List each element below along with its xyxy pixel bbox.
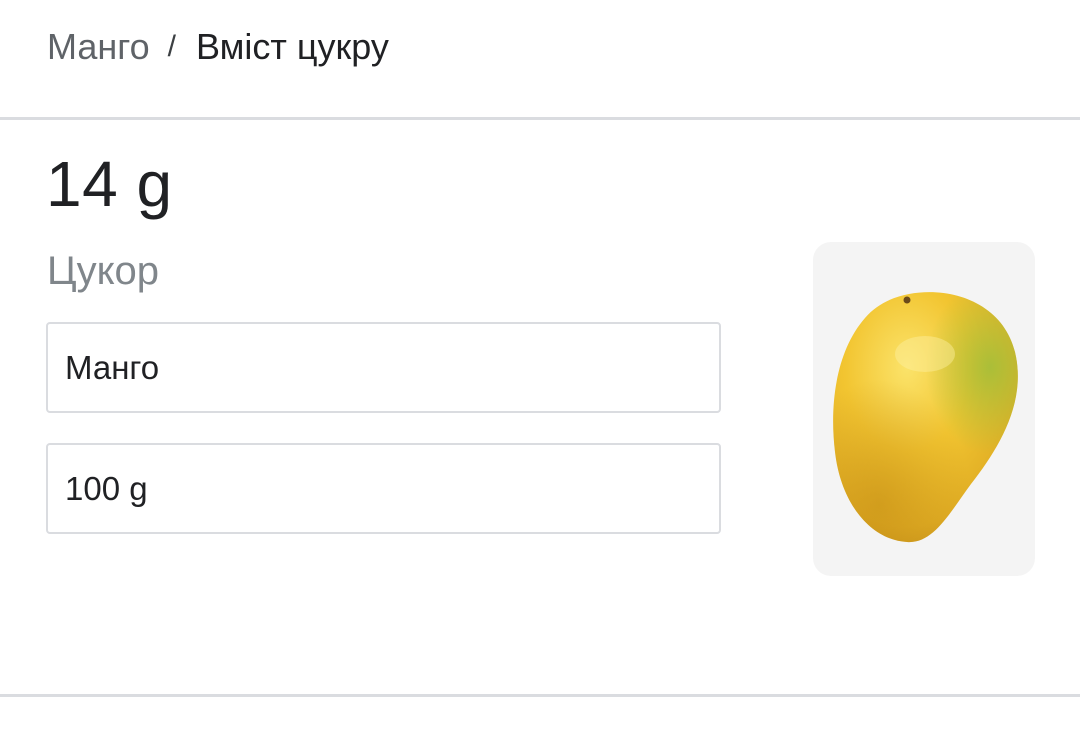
food-image-card bbox=[813, 242, 1035, 576]
food-select-field[interactable]: Манго bbox=[46, 322, 721, 413]
mango-stem bbox=[903, 296, 911, 304]
amount-select-field[interactable]: 100 g bbox=[46, 443, 721, 534]
sugar-value: 14 g bbox=[46, 148, 173, 220]
footer-divider bbox=[0, 694, 1080, 697]
amount-select-value: 100 g bbox=[65, 469, 148, 507]
breadcrumb-current: Вміст цукру bbox=[196, 26, 389, 67]
header-divider bbox=[0, 117, 1080, 120]
nutrient-label: Цукор bbox=[47, 249, 160, 293]
breadcrumb-separator: / bbox=[167, 30, 176, 63]
breadcrumb-food-link[interactable]: Манго bbox=[47, 26, 150, 68]
breadcrumb: Манго / Вміст цукру bbox=[47, 22, 389, 72]
mango-image bbox=[833, 292, 1018, 543]
food-select-value: Манго bbox=[65, 348, 160, 386]
